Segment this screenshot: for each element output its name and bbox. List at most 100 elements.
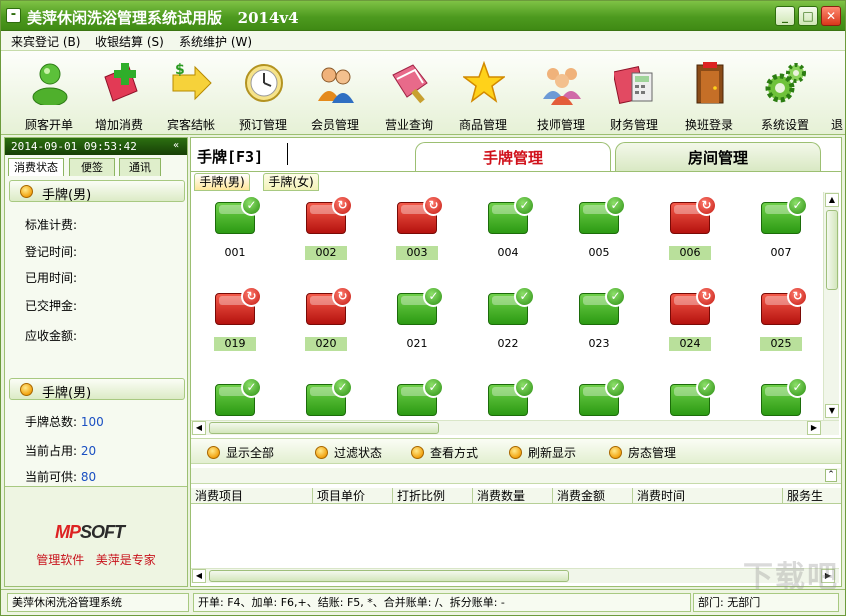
section-title: 手牌(男)	[42, 386, 92, 401]
scroll-right-arrow-icon[interactable]: ▶	[807, 421, 821, 435]
card-tile[interactable]: ↻ 003	[375, 192, 455, 272]
refresh-badge-icon: ↻	[787, 286, 808, 307]
toolbar-product-button[interactable]: 商品管理	[447, 55, 519, 133]
check-badge-icon: ✓	[787, 195, 808, 216]
room-status-button[interactable]: 房态管理	[609, 444, 676, 461]
minimize-button[interactable]: _	[775, 6, 795, 26]
consumption-panel-bar: ⌃	[191, 468, 841, 484]
subtab-female-cards[interactable]: 手牌(女)	[263, 173, 319, 191]
scroll-left-arrow-icon[interactable]: ◀	[192, 421, 206, 435]
book-icon	[392, 64, 428, 104]
toolbar-label: 会员管理	[310, 118, 359, 132]
scroll-thumb[interactable]	[209, 422, 439, 434]
refresh-icon	[509, 446, 522, 459]
view-mode-button[interactable]: 查看方式	[411, 444, 478, 461]
svg-text:$: $	[175, 62, 185, 78]
menu-maintenance[interactable]: 系统维护 (W)	[179, 33, 252, 50]
tab-room-management[interactable]: 房间管理	[615, 142, 821, 172]
card-tile[interactable]: ✓	[284, 374, 364, 420]
card-number: 006	[669, 246, 711, 260]
column-header[interactable]: 消费金额	[553, 488, 633, 504]
card-number: 022	[497, 337, 519, 350]
tab-divider	[191, 171, 841, 172]
card-tile[interactable]: ✓	[375, 374, 455, 420]
card-tile[interactable]: ✓	[739, 374, 819, 420]
card-tile[interactable]: ↻ 024	[648, 283, 728, 363]
card-tile[interactable]: ✓ 007	[739, 192, 819, 272]
menu-checkin[interactable]: 来宾登记 (B)	[11, 33, 80, 50]
card-grid: ✓ 001 ↻ 002 ↻ 003 ✓ 004 ✓ 005 ↻ 006 ✓ 007 ↻ 019 ↻ 020 ✓ 021…	[191, 192, 823, 420]
refresh-button[interactable]: 刷新显示	[509, 444, 576, 461]
exit-door-icon	[696, 62, 724, 104]
show-all-button[interactable]: 显示全部	[207, 444, 274, 461]
toolbar-technician-button[interactable]: 技师管理	[525, 55, 597, 133]
card-tile[interactable]: ✓	[557, 374, 637, 420]
card-grid-vscrollbar[interactable]: ▲ ▼	[823, 192, 839, 420]
consumption-hscrollbar[interactable]: ◀ ▶	[191, 568, 839, 583]
maximize-button[interactable]: □	[798, 6, 818, 26]
tab-consumption-status[interactable]: 消费状态	[8, 158, 64, 176]
card-tile[interactable]: ↻ 006	[648, 192, 728, 272]
toolbar-exit-button[interactable]: 退	[823, 55, 845, 133]
card-search-input[interactable]	[287, 143, 417, 165]
check-badge-icon: ✓	[605, 195, 626, 216]
card-tile[interactable]: ↻ 020	[284, 283, 364, 363]
status-bar: 美萍休闲洗浴管理系统 开单: F4、加单: F6,+、结账: F5, *、合并账…	[1, 589, 845, 615]
card-tile[interactable]: ✓ 004	[466, 192, 546, 272]
card-tile[interactable]: ✓ 005	[557, 192, 637, 272]
column-header[interactable]: 消费时间	[633, 488, 783, 504]
card-tile[interactable]: ✓	[466, 374, 546, 420]
card-grid-hscrollbar[interactable]: ◀ ▶	[191, 420, 839, 435]
field-used-time: 已用时间:	[25, 271, 78, 285]
stat-total-cards: 手牌总数: 100	[25, 415, 104, 429]
card-number: 023	[588, 337, 610, 350]
column-header[interactable]: 打折比例	[393, 488, 473, 504]
toolbar-settings-button[interactable]: 系统设置	[749, 55, 821, 133]
card-tile[interactable]: ✓	[193, 374, 273, 420]
scroll-up-arrow-icon[interactable]: ▲	[825, 193, 839, 207]
filter-icon	[315, 446, 328, 459]
card-tile[interactable]: ✓ 022	[466, 283, 546, 363]
tab-notes[interactable]: 便签	[69, 158, 115, 176]
filter-status-button[interactable]: 过滤状态	[315, 444, 382, 461]
check-badge-icon: ✓	[423, 377, 444, 398]
card-tile[interactable]: ✓ 021	[375, 283, 455, 363]
toolbar-reservation-button[interactable]: 预订管理	[227, 55, 299, 133]
tab-card-management[interactable]: 手牌管理	[415, 142, 611, 172]
card-tile[interactable]: ✓	[648, 374, 728, 420]
toolbar-members-button[interactable]: 会员管理	[299, 55, 371, 133]
person-icon	[32, 63, 68, 105]
toolbar-finance-button[interactable]: 财务管理	[598, 55, 670, 133]
card-tile[interactable]: ↻ 019	[193, 283, 273, 363]
app-menu-icon[interactable]: -	[6, 8, 21, 23]
refresh-badge-icon: ↻	[241, 286, 262, 307]
subtab-male-cards[interactable]: 手牌(男)	[194, 173, 250, 191]
column-header[interactable]: 服务生	[783, 488, 841, 504]
column-header[interactable]: 消费项目	[191, 488, 313, 504]
toolbar-checkout-button[interactable]: $ 宾客结帐	[155, 55, 227, 133]
toolbar-shift-login-button[interactable]: 换班登录	[673, 55, 745, 133]
check-badge-icon: ✓	[241, 377, 262, 398]
card-tile[interactable]: ✓ 023	[557, 283, 637, 363]
toolbar-open-order-button[interactable]: 顾客开单	[13, 55, 85, 133]
toolbar-label: 增加消费	[94, 118, 143, 132]
scroll-thumb[interactable]	[209, 570, 569, 582]
collapse-panel-button[interactable]: «	[173, 139, 185, 152]
card-tile[interactable]: ↻ 025	[739, 283, 819, 363]
scroll-left-arrow-icon[interactable]: ◀	[192, 569, 206, 583]
toolbar-label: 宾客结帐	[166, 118, 215, 132]
toolbar-add-consumption-button[interactable]: 增加消费	[83, 55, 155, 133]
section-header-card-stats: 手牌(男)	[9, 378, 185, 401]
scroll-thumb[interactable]	[826, 210, 838, 290]
toolbar-business-query-button[interactable]: 营业查询	[373, 55, 445, 133]
expand-panel-icon[interactable]: ⌃	[825, 469, 837, 482]
column-header[interactable]: 消费数量	[473, 488, 553, 504]
menu-cashier[interactable]: 收银结算 (S)	[95, 33, 164, 50]
close-button[interactable]: ✕	[821, 6, 841, 26]
card-tile[interactable]: ✓ 001	[193, 192, 273, 272]
column-header[interactable]: 项目单价	[313, 488, 393, 504]
field-standard-fee: 标准计费:	[25, 218, 78, 232]
tab-communication[interactable]: 通讯	[119, 158, 161, 176]
scroll-down-arrow-icon[interactable]: ▼	[825, 404, 839, 418]
card-tile[interactable]: ↻ 002	[284, 192, 364, 272]
